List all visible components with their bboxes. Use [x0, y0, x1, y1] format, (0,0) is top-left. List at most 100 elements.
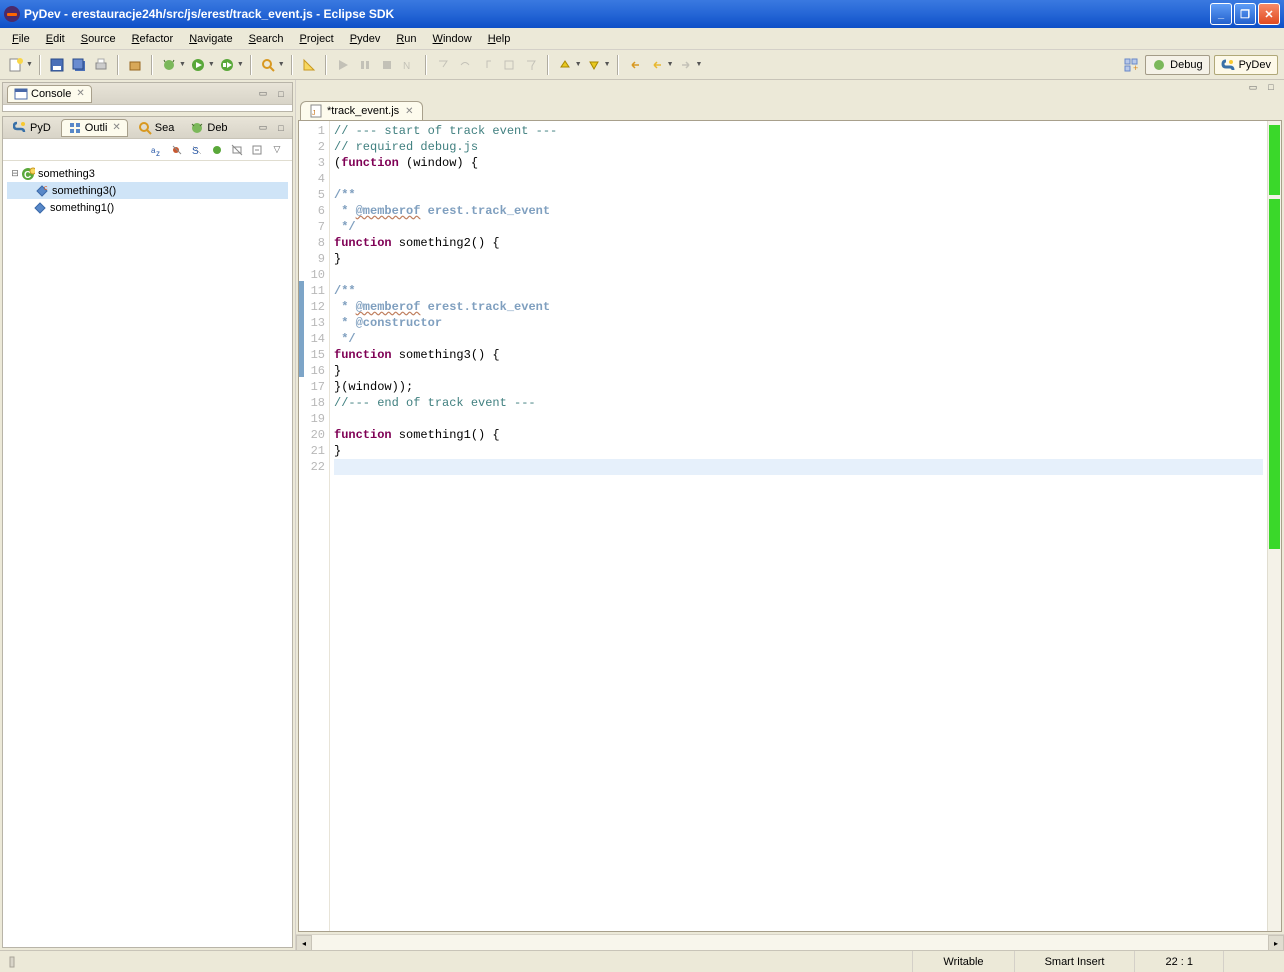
step-into-button[interactable] — [433, 55, 453, 75]
view-tab-outli[interactable]: Outli✕ — [61, 119, 128, 137]
status-bar: Writable Smart Insert 22 : 1 — [0, 950, 1284, 972]
view-tab-deb[interactable]: Deb — [184, 120, 233, 136]
dropdown-arrow-icon[interactable]: ▼ — [237, 61, 244, 68]
line-number-gutter[interactable]: 12345678910111213141516171819202122 — [304, 121, 330, 931]
build-button[interactable] — [125, 55, 145, 75]
overview-ruler[interactable] — [1267, 121, 1281, 931]
view-menu-button[interactable]: ▽ — [270, 143, 284, 157]
tree-node-member[interactable]: something1() — [7, 199, 288, 216]
step-over-button[interactable] — [455, 55, 475, 75]
svg-text:+: + — [1133, 63, 1138, 73]
collapse-all-button[interactable] — [250, 143, 264, 157]
sort-button[interactable]: az — [150, 143, 164, 157]
save-all-button[interactable] — [69, 55, 89, 75]
hide-nonpublic-button[interactable] — [210, 143, 224, 157]
menu-source[interactable]: Source — [73, 31, 124, 47]
outline-pane-header: PyDOutli✕ Sea Deb ▭ □ — [3, 117, 292, 139]
console-tab[interactable]: Console ✕ — [7, 85, 92, 103]
minimize-view-button[interactable]: ▭ — [256, 121, 270, 135]
view-tab-pyd[interactable]: PyD — [7, 120, 57, 136]
status-icon — [8, 955, 22, 969]
tree-node-constructor[interactable]: c something3() — [7, 182, 288, 199]
collapse-icon[interactable]: ⊟ — [9, 168, 21, 179]
view-tab-label: Sea — [155, 122, 175, 134]
save-button[interactable] — [47, 55, 67, 75]
step-return-button[interactable] — [477, 55, 497, 75]
dropdown-arrow-icon[interactable]: ▼ — [179, 61, 186, 68]
maximize-view-button[interactable]: □ — [274, 121, 288, 135]
menu-file[interactable]: File — [4, 31, 38, 47]
resume-button[interactable] — [333, 55, 353, 75]
terminate-button[interactable] — [377, 55, 397, 75]
window-title: PyDev - erestauracje24h/src/js/erest/tra… — [24, 7, 1210, 21]
dropdown-arrow-icon[interactable]: ▼ — [696, 61, 703, 68]
dropdown-arrow-icon[interactable]: ▼ — [575, 61, 582, 68]
close-icon[interactable]: ✕ — [76, 88, 84, 99]
dropdown-arrow-icon[interactable]: ▼ — [604, 61, 611, 68]
menu-run[interactable]: Run — [388, 31, 424, 47]
eclipse-icon — [4, 6, 20, 22]
status-insert-mode: Smart Insert — [1014, 951, 1135, 972]
minimize-editor-button[interactable]: ▭ — [1246, 80, 1260, 94]
search-button[interactable] — [258, 55, 278, 75]
dropdown-arrow-icon[interactable]: ▼ — [667, 61, 674, 68]
disconnect-button[interactable]: N — [399, 55, 419, 75]
drop-frame-button[interactable] — [499, 55, 519, 75]
run-button[interactable] — [188, 55, 208, 75]
dropdown-arrow-icon[interactable]: ▼ — [208, 61, 215, 68]
last-edit-button[interactable] — [625, 55, 645, 75]
menu-navigate[interactable]: Navigate — [181, 31, 240, 47]
debug-button[interactable] — [159, 55, 179, 75]
hide-fields-button[interactable] — [170, 143, 184, 157]
forward-button[interactable] — [676, 55, 696, 75]
horizontal-scrollbar[interactable]: ◂ ▸ — [296, 934, 1284, 950]
code-area[interactable]: // --- start of track event ---// requir… — [330, 121, 1267, 931]
menu-pydev[interactable]: Pydev — [342, 31, 389, 47]
menu-search[interactable]: Search — [241, 31, 292, 47]
menu-refactor[interactable]: Refactor — [124, 31, 182, 47]
outline-toolbar: az S ▽ — [3, 139, 292, 161]
hide-static-button[interactable]: S — [190, 143, 204, 157]
menu-help[interactable]: Help — [480, 31, 519, 47]
close-icon[interactable]: ✕ — [112, 122, 120, 133]
maximize-editor-button[interactable]: □ — [1264, 80, 1278, 94]
print-button[interactable] — [91, 55, 111, 75]
minimize-button[interactable]: _ — [1210, 3, 1232, 25]
next-annotation-button[interactable] — [555, 55, 575, 75]
editor[interactable]: 12345678910111213141516171819202122 // -… — [298, 120, 1282, 932]
scroll-right-button[interactable]: ▸ — [1268, 935, 1284, 951]
tree-node-class[interactable]: ⊟ C something3 — [7, 165, 288, 182]
svg-text:J: J — [312, 110, 316, 117]
view-icon — [138, 121, 152, 135]
new-button[interactable] — [6, 55, 26, 75]
scroll-left-button[interactable]: ◂ — [296, 935, 312, 951]
console-pane-header: Console ✕ ▭ □ — [3, 83, 292, 105]
view-tab-sea[interactable]: Sea — [132, 120, 181, 136]
mark-button[interactable] — [299, 55, 319, 75]
minimize-view-button[interactable]: ▭ — [256, 87, 270, 101]
run-last-button[interactable] — [217, 55, 237, 75]
outline-tree[interactable]: ⊟ C something3 c something3() something1… — [3, 161, 292, 947]
maximize-view-button[interactable]: □ — [274, 87, 288, 101]
hide-local-button[interactable] — [230, 143, 244, 157]
close-icon[interactable]: ✕ — [405, 106, 413, 117]
svg-text:N: N — [403, 61, 410, 72]
back-button[interactable] — [647, 55, 667, 75]
restore-button[interactable]: ❐ — [1234, 3, 1256, 25]
prev-annotation-button[interactable] — [584, 55, 604, 75]
perspective-debug[interactable]: Debug — [1145, 55, 1209, 75]
step-filters-button[interactable] — [521, 55, 541, 75]
menu-project[interactable]: Project — [292, 31, 342, 47]
view-icon — [190, 121, 204, 135]
dropdown-arrow-icon[interactable]: ▼ — [278, 61, 285, 68]
perspective-pydev[interactable]: PyDev — [1214, 55, 1278, 75]
constructor-icon: c — [35, 184, 49, 198]
menu-edit[interactable]: Edit — [38, 31, 73, 47]
open-perspective-button[interactable]: + — [1121, 55, 1141, 75]
editor-tab[interactable]: J *track_event.js ✕ — [300, 101, 423, 120]
menu-window[interactable]: Window — [425, 31, 480, 47]
dropdown-arrow-icon[interactable]: ▼ — [26, 61, 33, 68]
title-bar: PyDev - erestauracje24h/src/js/erest/tra… — [0, 0, 1284, 28]
close-button[interactable]: ✕ — [1258, 3, 1280, 25]
suspend-button[interactable] — [355, 55, 375, 75]
